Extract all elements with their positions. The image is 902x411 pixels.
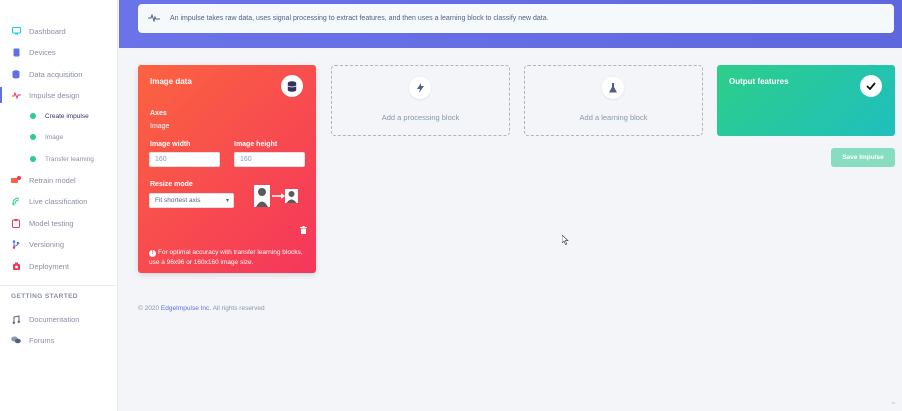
footer-company-link[interactable]: EdgeImpulse Inc.: [161, 305, 211, 312]
sidebar-divider: [0, 285, 118, 286]
retrain-icon: [11, 175, 21, 185]
sidebar-item-retrain-model[interactable]: Retrain model: [0, 171, 118, 189]
axes-label: Axes: [150, 110, 167, 117]
image-data-card: Image data Axes Image Image width 160 Im…: [138, 65, 316, 273]
image-width-label: Image width: [150, 141, 191, 148]
footer: © 2020 EdgeImpulse Inc. All rights reser…: [138, 305, 265, 312]
status-dot: [30, 156, 36, 162]
resize-mode-label: Resize mode: [150, 181, 193, 188]
sidebar-item-label: Data acquisition: [29, 69, 83, 79]
add-processing-block[interactable]: Add a processing block: [331, 65, 510, 136]
sidebar-item-label: Dashboard: [29, 26, 66, 36]
add-processing-block-label: Add a processing block: [381, 113, 460, 122]
add-learning-block[interactable]: Add a learning block: [524, 65, 703, 136]
sidebar-item-documentation[interactable]: Documentation: [0, 310, 118, 328]
sidebar: Dashboard Devices Data acquisition Impul…: [0, 0, 118, 411]
check-icon: [860, 75, 882, 97]
resize-mode-value: Fit shortest axis: [155, 197, 201, 204]
footer-rights: All rights reserved: [212, 305, 265, 312]
sidebar-subitem-label: Create impulse: [45, 112, 89, 120]
chevron-down-icon: ▾: [225, 198, 229, 204]
database-icon: [11, 69, 21, 79]
sidebar-item-versioning[interactable]: Versioning: [0, 235, 118, 253]
testing-icon: [11, 218, 21, 228]
sidebar-subitem-image[interactable]: Image: [0, 129, 118, 145]
sidebar-item-devices[interactable]: Devices: [0, 43, 118, 61]
footer-copyright: © 2020: [138, 305, 160, 312]
sidebar-item-impulse-design[interactable]: Impulse design: [0, 86, 118, 104]
image-size-note: ! For optimal accuracy with transfer lear…: [149, 249, 303, 266]
sidebar-item-live-classification[interactable]: Live classification: [0, 192, 118, 210]
deployment-icon: [11, 261, 21, 271]
sidebar-subitem-create-impulse[interactable]: Create impulse: [0, 108, 118, 124]
trash-icon[interactable]: [300, 221, 307, 234]
pulse-icon: [148, 12, 160, 24]
sidebar-item-data-acquisition[interactable]: Data acquisition: [0, 65, 118, 83]
sidebar-item-model-testing[interactable]: Model testing: [0, 214, 118, 232]
image-width-input[interactable]: 160: [149, 152, 220, 167]
live-icon: [11, 196, 21, 206]
documentation-icon: [11, 314, 21, 324]
sidebar-item-label: Deployment: [29, 261, 70, 271]
info-icon: !: [149, 250, 156, 257]
sidebar-item-label: Documentation: [29, 314, 80, 324]
sidebar-item-label: Retrain model: [29, 175, 76, 185]
forums-icon: [11, 335, 21, 345]
chat-icon[interactable]: ▫: [892, 400, 902, 411]
card-title: Image data: [150, 77, 192, 86]
output-features-card: Output features: [717, 65, 895, 136]
save-impulse-button[interactable]: Save Impulse: [831, 148, 895, 167]
sidebar-item-label: Forums: [29, 335, 55, 345]
impulse-info-banner: An impulse takes raw data, uses signal p…: [138, 4, 894, 33]
monitor-icon: [11, 26, 21, 36]
pulse-icon: [11, 90, 21, 100]
versioning-icon: [11, 239, 21, 249]
sidebar-subitem-label: Transfer learning: [45, 155, 94, 163]
image-height-label: Image height: [234, 141, 278, 148]
card-title: Output features: [729, 77, 789, 86]
sidebar-subitem-label: Image: [45, 133, 64, 141]
section-title: GETTING STARTED: [11, 293, 78, 300]
devices-icon: [11, 47, 21, 57]
sidebar-item-deployment[interactable]: Deployment: [0, 257, 118, 275]
image-height-input[interactable]: 160: [234, 152, 305, 167]
info-text: An impulse takes raw data, uses signal p…: [170, 15, 549, 22]
status-dot: [30, 134, 36, 140]
bolt-icon: [409, 77, 431, 99]
resize-mode-select[interactable]: Fit shortest axis ▾: [149, 193, 234, 208]
sidebar-item-dashboard[interactable]: Dashboard: [0, 22, 118, 40]
sidebar-item-label: Model testing: [29, 218, 74, 228]
resize-illustration: [254, 185, 300, 207]
sidebar-subitem-transfer-learning[interactable]: Transfer learning: [0, 151, 118, 167]
database-icon: [281, 75, 303, 97]
sidebar-item-label: Live classification: [29, 196, 88, 206]
sidebar-item-label: Devices: [29, 47, 56, 57]
status-dot: [30, 113, 36, 119]
sidebar-item-forums[interactable]: Forums: [0, 331, 118, 349]
add-learning-block-label: Add a learning block: [579, 113, 648, 122]
flask-icon: [602, 77, 624, 99]
sidebar-item-label: Impulse design: [29, 90, 80, 100]
axes-value: Image: [150, 123, 170, 130]
mouse-cursor-icon: [561, 232, 569, 250]
sidebar-item-label: Versioning: [29, 239, 65, 249]
